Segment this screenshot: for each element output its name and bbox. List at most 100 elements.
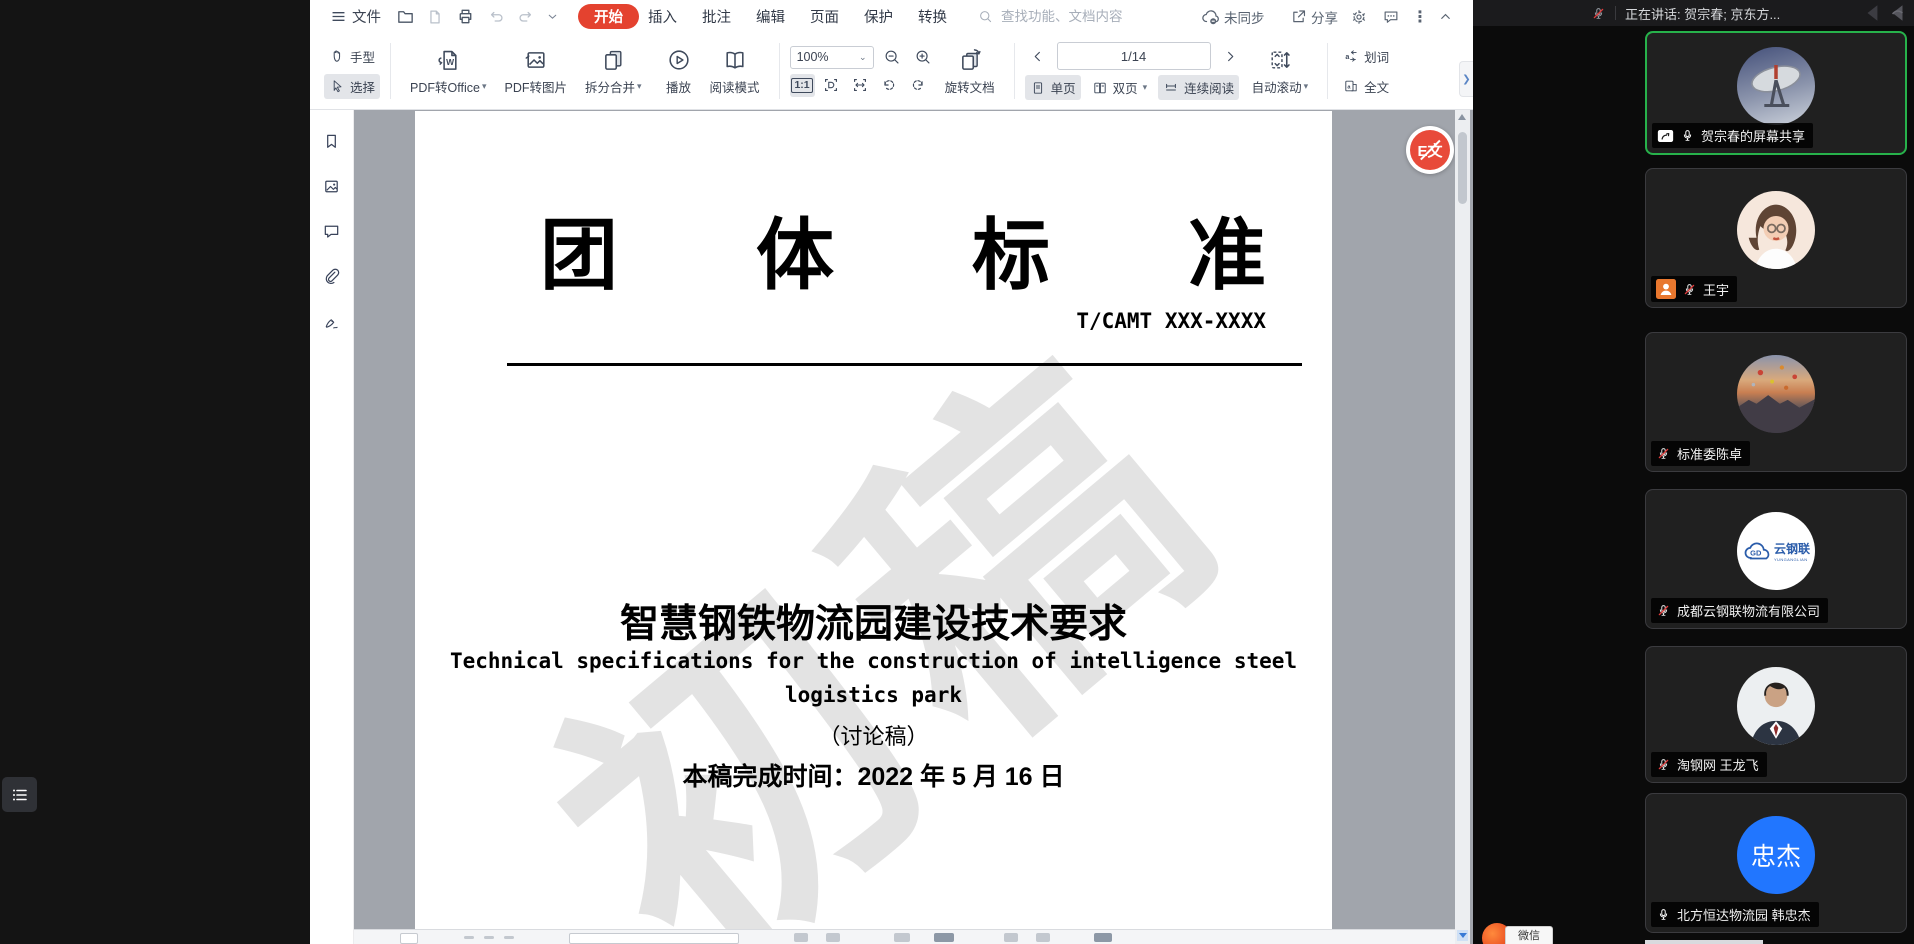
toolbar-fragment bbox=[894, 933, 910, 942]
member-badge-icon bbox=[1656, 279, 1676, 299]
tab-insert[interactable]: 插入 bbox=[648, 0, 677, 33]
split-merge-button[interactable]: 拆分合并▾ bbox=[576, 47, 651, 96]
snapshot-image-icon[interactable] bbox=[322, 177, 341, 196]
zoom-level-select[interactable]: 100% ⌄ bbox=[790, 46, 874, 69]
participant-tile[interactable]: 淘钢网 王龙飞 bbox=[1645, 646, 1907, 783]
chevron-up-icon bbox=[1438, 9, 1453, 24]
save-button[interactable] bbox=[426, 0, 444, 33]
continuous-read-button[interactable]: 连续阅读 bbox=[1158, 75, 1239, 100]
read-mode-button[interactable]: 阅读模式 bbox=[701, 47, 769, 96]
toolbar-divider bbox=[390, 43, 391, 99]
tab-convert[interactable]: 转换 bbox=[918, 0, 947, 33]
svg-text:W: W bbox=[446, 57, 454, 67]
comment-bubble-icon bbox=[1382, 8, 1400, 26]
rotate-right-button[interactable] bbox=[906, 74, 931, 97]
search-box[interactable] bbox=[978, 5, 1173, 28]
toolbar-fragment bbox=[1094, 933, 1112, 942]
svg-text:a: a bbox=[1346, 52, 1351, 61]
print-button[interactable] bbox=[456, 0, 475, 33]
wechat-taskbar-label[interactable]: 微信 bbox=[1505, 926, 1553, 944]
tab-page[interactable]: 页面 bbox=[810, 0, 839, 33]
actual-size-button[interactable]: 1:1 bbox=[790, 74, 815, 97]
pdf-to-image-label: PDF转图片 bbox=[504, 77, 567, 96]
single-page-label: 单页 bbox=[1051, 78, 1076, 97]
double-page-button[interactable]: 双页▾ bbox=[1087, 75, 1153, 100]
scroll-down-arrow[interactable] bbox=[1457, 930, 1468, 941]
toolbar-expander-button[interactable]: ❯ bbox=[1459, 61, 1473, 97]
signature-pen-icon[interactable] bbox=[322, 312, 341, 331]
participant-name-bar: 北方恒达物流园 韩忠杰 bbox=[1651, 902, 1819, 927]
pdf-to-office-button[interactable]: W PDF转Office▾ bbox=[401, 47, 495, 96]
page-indicator-input[interactable] bbox=[1057, 42, 1211, 70]
participant-tile-screen-share[interactable]: 贺宗春的屏幕共享 bbox=[1645, 31, 1907, 155]
word-translate-button[interactable]: a 划词 bbox=[1338, 44, 1428, 69]
open-file-button[interactable] bbox=[396, 0, 415, 33]
sidebar-toggle-button[interactable] bbox=[2, 777, 37, 812]
settings-button[interactable] bbox=[1350, 0, 1368, 33]
file-menu-label: 文件 bbox=[352, 6, 381, 27]
comment-panel-icon[interactable] bbox=[322, 222, 341, 241]
paperclip-icon[interactable] bbox=[322, 267, 341, 286]
participant-name: 北方恒达物流园 韩忠杰 bbox=[1677, 905, 1811, 924]
zoom-in-button[interactable] bbox=[911, 46, 936, 69]
scrollbar-thumb[interactable] bbox=[1458, 132, 1467, 204]
fit-width-button[interactable] bbox=[848, 74, 873, 97]
translate-toggle-badge[interactable]: E文 bbox=[1406, 126, 1454, 174]
zoom-in-icon bbox=[914, 48, 932, 66]
sync-status-label: 未同步 bbox=[1224, 7, 1265, 27]
participant-tile[interactable]: 标准委陈卓 bbox=[1645, 332, 1907, 472]
next-page-button[interactable] bbox=[1218, 45, 1243, 68]
tab-edit[interactable]: 编辑 bbox=[756, 0, 785, 33]
speaking-banner: 正在讲话: 贺宗春; 京东方... bbox=[1625, 4, 1780, 23]
scroll-up-arrow[interactable] bbox=[1458, 114, 1466, 120]
more-menu-button[interactable]: ⋮ bbox=[1412, 0, 1428, 33]
participant-tile[interactable]: GD 云钢联 YUNGANGLIAN 成都云钢联物流有限公司 bbox=[1645, 489, 1907, 629]
zoom-out-button[interactable] bbox=[880, 46, 905, 69]
cloud-logo-icon: GD bbox=[1742, 539, 1772, 563]
single-page-button[interactable]: 单页 bbox=[1025, 75, 1081, 100]
participant-tile[interactable]: 忠杰 北方恒达物流园 韩忠杰 bbox=[1645, 793, 1907, 933]
logo-subtext: YUNGANGLIAN bbox=[1774, 557, 1808, 562]
avatar-telescope bbox=[1737, 47, 1815, 125]
tab-home[interactable]: 开始 bbox=[578, 4, 639, 29]
feedback-button[interactable] bbox=[1382, 0, 1400, 33]
participant-name: 成都云钢联物流有限公司 bbox=[1677, 601, 1820, 620]
more-commands-button[interactable] bbox=[546, 0, 559, 33]
vertical-scrollbar[interactable] bbox=[1455, 110, 1470, 944]
rotate-left-button[interactable] bbox=[877, 74, 902, 97]
banner-divider bbox=[1615, 6, 1616, 20]
fit-page-button[interactable] bbox=[819, 74, 844, 97]
dropdown-caret: ▾ bbox=[637, 81, 642, 92]
toolbar-fragment bbox=[504, 936, 514, 939]
hand-tool-button[interactable]: 手型 bbox=[324, 44, 380, 69]
auto-scroll-button[interactable]: 自动滚动▾ bbox=[1243, 47, 1318, 96]
clipped-bottom-toolbar bbox=[354, 929, 1455, 944]
share-button[interactable]: 分享 bbox=[1290, 0, 1338, 33]
mic-muted-icon bbox=[1656, 603, 1671, 618]
full-translate-button[interactable]: a 全文 bbox=[1338, 74, 1428, 99]
sync-status-button[interactable]: 未同步 bbox=[1200, 0, 1265, 33]
rotate-document-button[interactable]: 旋转文档 bbox=[936, 47, 1004, 96]
play-button[interactable]: 播放 bbox=[657, 47, 701, 96]
tab-protect[interactable]: 保护 bbox=[864, 0, 893, 33]
toolbar-fragment bbox=[1036, 933, 1050, 942]
select-tool-button[interactable]: 选择 bbox=[324, 74, 380, 99]
redo-button[interactable] bbox=[516, 0, 534, 33]
collapse-toolbar-button[interactable] bbox=[1438, 0, 1453, 33]
chevron-left-icon bbox=[1030, 49, 1045, 64]
search-input[interactable] bbox=[999, 8, 1163, 25]
undo-icon bbox=[488, 8, 506, 26]
participant-tile[interactable]: 王宇 bbox=[1645, 168, 1907, 308]
search-icon bbox=[978, 9, 993, 24]
completion-date: 本稿完成时间：2022 年 5 月 16 日 bbox=[415, 757, 1332, 793]
bookmark-icon[interactable] bbox=[322, 132, 341, 151]
tab-annotate[interactable]: 批注 bbox=[702, 0, 731, 33]
pdf-to-image-button[interactable]: PDF转图片 bbox=[495, 47, 576, 96]
toolbar-fragment bbox=[464, 936, 474, 939]
previous-page-button[interactable] bbox=[1025, 45, 1050, 68]
overlay-arrow-icons bbox=[1862, 2, 1914, 24]
tab-page-label: 页面 bbox=[810, 6, 839, 27]
undo-button[interactable] bbox=[488, 0, 506, 33]
file-menu-button[interactable]: 文件 bbox=[330, 0, 381, 33]
standard-code: T/CAMT XXX-XXXX bbox=[1076, 309, 1266, 333]
